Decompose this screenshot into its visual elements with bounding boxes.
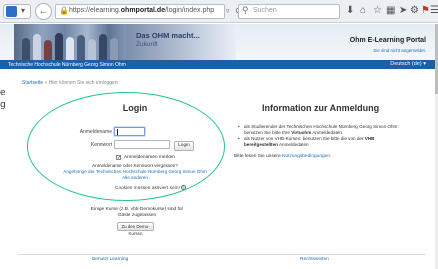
menu-icon[interactable]: ☰ <box>430 5 438 17</box>
highlight-ellipse <box>27 92 225 201</box>
search-icon: ⚲ <box>242 5 249 15</box>
chevron-down-icon: ▾ <box>21 6 26 15</box>
footer-divider <box>18 254 426 255</box>
terms-note: Bitte lesen Sie unsere Nutzungsbedingung… <box>234 154 332 159</box>
login-status: Sie sind nicht angemeldet. <box>373 48 426 53</box>
address-bar[interactable]: 🔒 https://elearning.ohmportal.de/login/i… <box>55 4 225 19</box>
home-icon[interactable]: ⌂ <box>360 5 366 17</box>
breadcrumb: Startseite » Hier können Sie sich einlog… <box>22 80 118 86</box>
cutoff-text-2: g <box>0 100 6 110</box>
search-input[interactable]: ⚲ Suchen <box>238 4 340 19</box>
back-arrow-icon[interactable]: ← <box>35 3 52 20</box>
breadcrumb-home[interactable]: Startseite <box>22 80 43 86</box>
logo-title: Das OHM macht... <box>136 31 200 40</box>
lock-icon: 🔒 <box>59 6 69 15</box>
browser-menu-button[interactable]: ▾ <box>3 4 31 19</box>
demo-courses-button[interactable]: Zu den Demo-Kursen <box>117 222 154 236</box>
cutoff-text-1: e <box>0 88 6 98</box>
bookmark-icon[interactable]: ▦ <box>386 5 395 17</box>
footer-link-right[interactable]: Rechtsweiten <box>300 257 329 262</box>
language-menu[interactable]: Deutsch (de) ▾ <box>390 61 426 67</box>
nav-home-link[interactable]: Technische Hochschule Nürnberg Georg Sim… <box>8 62 126 68</box>
search-placeholder: Suchen <box>253 7 277 14</box>
nav-bar: Technische Hochschule Nürnberg Georg Sim… <box>0 60 438 69</box>
portal-title: Ohm E-Learning Portal <box>349 37 426 44</box>
footer-link-left[interactable]: Benutzt Learning <box>92 257 128 262</box>
addon-icon[interactable]: ⚙ <box>410 5 419 17</box>
info-bullet: als Studierender der Technischen Hochsch… <box>238 124 408 135</box>
download-icon[interactable]: ⬇ <box>346 5 354 17</box>
info-list: als Studierender der Technischen Hochsch… <box>238 124 408 148</box>
guest-text: Einige Kurse (z.B. vhb-Demokurse) sind f… <box>90 207 184 219</box>
flag-icon[interactable]: ⚑ <box>421 5 430 17</box>
breadcrumb-separator: » <box>44 80 48 86</box>
star-icon[interactable]: ☆ <box>373 5 382 17</box>
breadcrumb-current: Hier können Sie sich einloggen <box>48 80 118 86</box>
info-title: Information zur Anmeldung <box>262 103 380 113</box>
banner-photo <box>14 24 126 60</box>
share-icon[interactable]: ➤ <box>399 5 407 17</box>
url-text: https://elearning.ohmportal.de/login/ind… <box>69 7 215 14</box>
terms-link[interactable]: Nutzungsbedingungen <box>282 154 330 159</box>
firefox-icon <box>6 6 17 17</box>
info-bullet: als Nutzer von VHB-Kursen: benutzen Sie … <box>238 136 408 147</box>
logo-subtitle: Zukunft <box>136 41 158 48</box>
